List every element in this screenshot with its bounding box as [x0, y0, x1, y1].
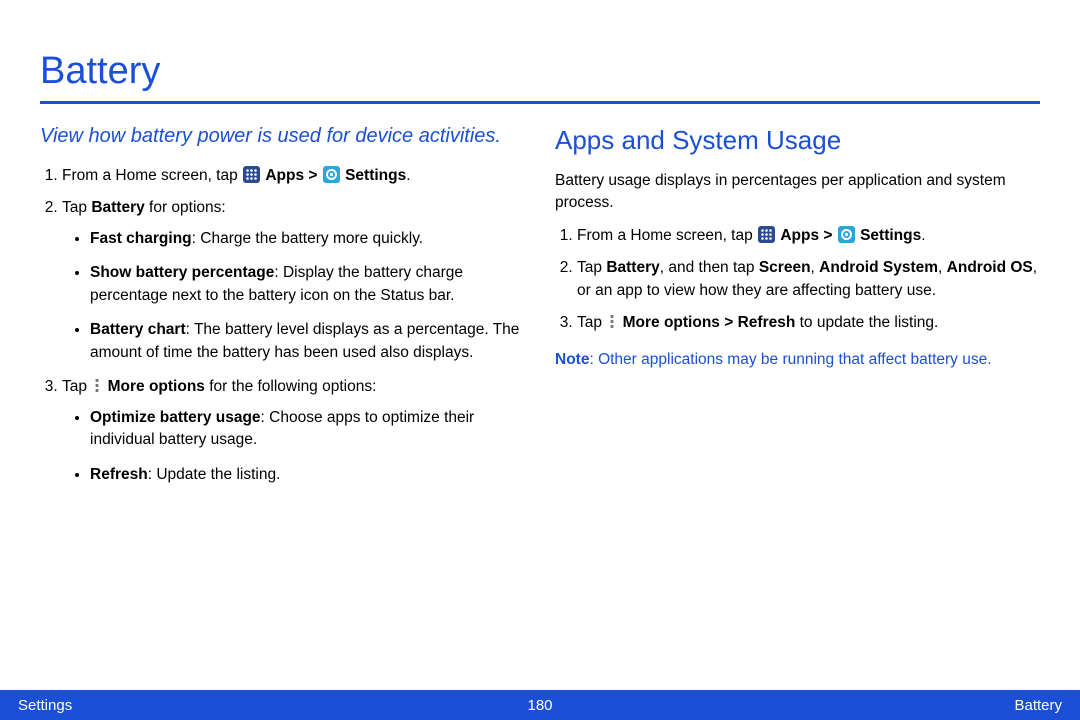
list-item: Optimize battery usage: Choose apps to o…: [90, 407, 525, 452]
title-rule: [40, 101, 1040, 104]
settings-gear-icon: [323, 166, 340, 183]
text: : Other applications may be running that…: [589, 351, 991, 368]
text-bold: Fast charging: [90, 230, 192, 247]
text-bold: More options > Refresh: [623, 314, 796, 331]
list-item: Show battery percentage: Display the bat…: [90, 262, 525, 307]
manual-page: Battery View how battery power is used f…: [0, 0, 1080, 720]
page-footer: Settings 180 Battery: [0, 690, 1080, 720]
left-column: View how battery power is used for devic…: [40, 122, 525, 498]
text: : Update the listing.: [148, 466, 281, 483]
text-bold: Show battery percentage: [90, 264, 274, 281]
list-item: Tap Battery, and then tap Screen, Androi…: [577, 257, 1040, 302]
settings-label: Settings: [860, 227, 921, 244]
section-heading: Apps and System Usage: [555, 122, 1040, 160]
text: , and then tap: [660, 259, 759, 276]
apps-label: Apps >: [780, 227, 836, 244]
text: Tap: [62, 199, 91, 216]
intro-text: View how battery power is used for devic…: [40, 122, 525, 151]
note-bold: Note: [555, 351, 589, 368]
text-bold: Screen: [759, 259, 811, 276]
text: ,: [938, 259, 947, 276]
list-item: From a Home screen, tap Apps > Settings.: [62, 165, 525, 187]
right-steps: From a Home screen, tap Apps > Settings.…: [555, 225, 1040, 335]
step-text: From a Home screen, tap: [62, 167, 242, 184]
footer-right: Battery: [1014, 697, 1062, 714]
options-list: Fast charging: Charge the battery more q…: [62, 228, 525, 364]
list-item: From a Home screen, tap Apps > Settings.: [577, 225, 1040, 247]
left-steps: From a Home screen, tap Apps > Settings.…: [40, 165, 525, 486]
text-bold: Battery: [606, 259, 659, 276]
text: Tap: [577, 314, 606, 331]
text-bold: Optimize battery usage: [90, 409, 261, 426]
content-columns: View how battery power is used for devic…: [40, 122, 1040, 498]
right-column: Apps and System Usage Battery usage disp…: [555, 122, 1040, 498]
text: .: [406, 167, 410, 184]
text: for options:: [145, 199, 226, 216]
footer-page-number: 180: [527, 697, 552, 714]
text-bold: More options: [108, 378, 205, 395]
more-options-icon: [92, 377, 102, 394]
note-text: Note: Other applications may be running …: [555, 349, 1040, 371]
text: .: [921, 227, 925, 244]
settings-label: Settings: [345, 167, 406, 184]
text: Tap: [577, 259, 606, 276]
text-bold: Android System: [819, 259, 938, 276]
list-item: Tap Battery for options: Fast charging: …: [62, 197, 525, 364]
list-item: Fast charging: Charge the battery more q…: [90, 228, 525, 250]
list-item: Battery chart: The battery level display…: [90, 319, 525, 364]
apps-label: Apps >: [265, 167, 321, 184]
more-options-list: Optimize battery usage: Choose apps to o…: [62, 407, 525, 486]
apps-grid-icon: [243, 166, 260, 183]
text-bold: Refresh: [90, 466, 148, 483]
text: : Charge the battery more quickly.: [192, 230, 423, 247]
footer-left: Settings: [18, 697, 72, 714]
text-bold: Android OS: [947, 259, 1033, 276]
text-bold: Battery: [91, 199, 144, 216]
text-bold: Battery chart: [90, 321, 186, 338]
list-item: Tap More options for the following optio…: [62, 376, 525, 486]
text: ,: [811, 259, 820, 276]
paragraph: Battery usage displays in percentages pe…: [555, 170, 1040, 215]
text: Tap: [62, 378, 91, 395]
apps-grid-icon: [758, 226, 775, 243]
settings-gear-icon: [838, 226, 855, 243]
text: for the following options:: [205, 378, 376, 395]
text: From a Home screen, tap: [577, 227, 757, 244]
page-title: Battery: [40, 50, 1040, 93]
text: to update the listing.: [795, 314, 938, 331]
list-item: Tap More options > Refresh to update the…: [577, 312, 1040, 334]
list-item: Refresh: Update the listing.: [90, 464, 525, 486]
more-options-icon: [607, 313, 617, 330]
